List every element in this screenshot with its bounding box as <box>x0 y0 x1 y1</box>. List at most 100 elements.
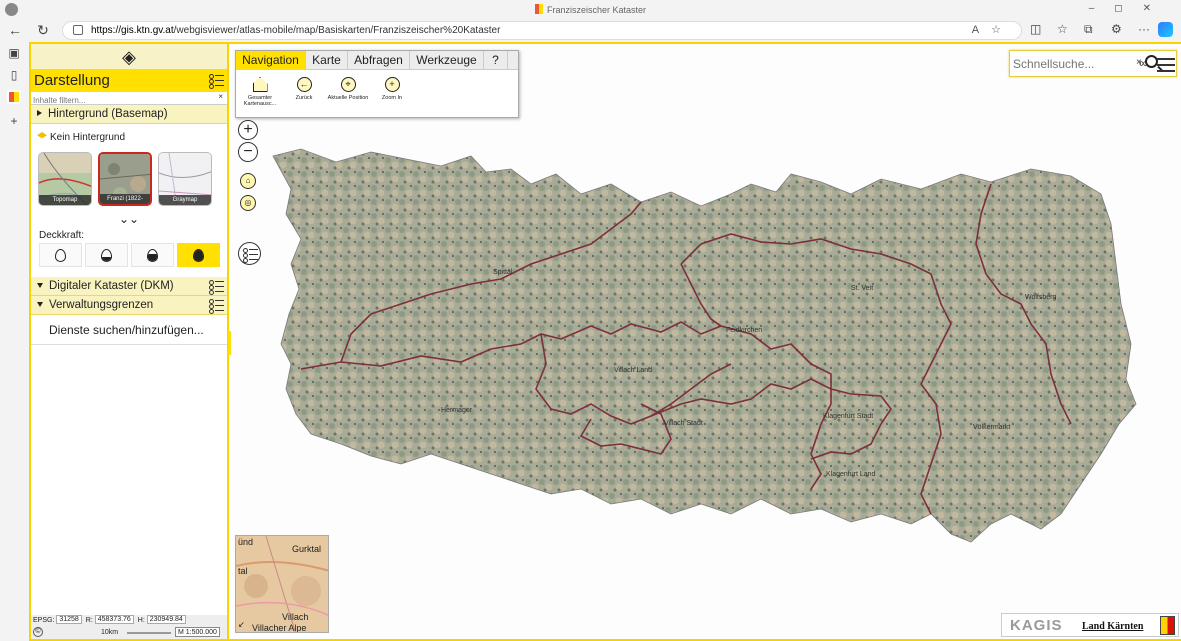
back-icon: ← <box>296 77 312 92</box>
kagis-favicon-icon <box>534 4 543 14</box>
zoom-in-button[interactable]: + <box>238 120 258 140</box>
ribbon-tabs: Navigation Karte Abfragen Werkzeuge ? <box>236 51 518 70</box>
dkm-options-icon[interactable] <box>209 279 224 295</box>
label-klagenfurt-land: Klagenfurt Land <box>826 471 876 478</box>
thumbnail-topomap[interactable]: Topomap <box>38 152 92 206</box>
label-wolfsberg: Wolfsberg <box>1025 294 1056 301</box>
group-dkm[interactable]: Digitaler Kataster (DKM) <box>31 277 227 296</box>
quick-search: × <box>1009 50 1177 77</box>
legend-button[interactable] <box>238 242 261 265</box>
overview-label-2: Gurktal <box>292 544 322 554</box>
opacity-option-1[interactable] <box>85 243 128 267</box>
carinthia-map: Spittal St. Veit Wolfsberg Feldkirchen V… <box>272 148 1137 543</box>
list-options-icon[interactable] <box>209 73 224 89</box>
document-tab-icon[interactable]: ▯ <box>7 68 21 82</box>
side-panel: ◈ Darstellung × Hintergrund (Basemap) Ke… <box>31 44 229 639</box>
full-extent-button[interactable]: Gesamter Kartenausc... <box>238 77 282 107</box>
scale-ratio[interactable]: M 1:500.000 <box>175 627 220 637</box>
locate-button[interactable]: ◎ <box>240 195 256 211</box>
home-extent-button[interactable]: ⌂ <box>240 173 256 189</box>
main-menu-icon[interactable] <box>1157 58 1175 72</box>
favorites-icon[interactable]: ☆ <box>1057 22 1068 36</box>
search-input[interactable] <box>1013 56 1133 72</box>
filter-clear-button[interactable]: × <box>218 92 223 101</box>
more-menu-icon[interactable]: ··· <box>1138 22 1150 36</box>
thumbnail-franzi[interactable]: Franzi (1822-1828) <box>98 152 152 206</box>
zoom-in-icon: + <box>384 77 400 92</box>
overview-label-1: ünd <box>238 537 254 547</box>
tab-navigation[interactable]: Navigation <box>236 51 306 70</box>
browser-toolbar: ← ↻ https://gis.ktn.gv.at/webgisviewer/a… <box>0 20 1181 42</box>
tab-actions-icon[interactable]: ▣ <box>7 46 21 60</box>
window-controls[interactable]: –◻✕ <box>1089 3 1171 14</box>
zoom-in-tool-button[interactable]: + Zoom In <box>370 77 414 101</box>
browser-title-bar: Franziszeischer Kataster –◻✕ <box>0 0 1181 20</box>
lock-icon <box>73 25 83 35</box>
new-tab-icon[interactable]: + <box>7 114 21 128</box>
overview-label-3: tal <box>238 566 248 576</box>
url-host: https://gis.ktn.gv.at <box>91 25 174 36</box>
r-value: 458373.76 <box>94 615 134 624</box>
layers-small-icon <box>37 132 47 139</box>
browser-tab-title: Franziszeischer Kataster <box>546 5 647 15</box>
reload-icon[interactable]: ↻ <box>34 22 52 39</box>
opacity-option-2[interactable] <box>131 243 174 267</box>
label-klagenfurt-stadt: Klagenfurt Stadt <box>823 413 873 420</box>
current-position-button[interactable]: ⌖ Aktuelle Position <box>326 77 370 101</box>
verwaltung-options-icon[interactable] <box>209 298 224 314</box>
copyright-icon[interactable]: © <box>33 627 43 637</box>
overview-label-4: Villach <box>282 612 309 622</box>
browser-vertical-tabs: ▣ ▯ + <box>0 42 29 641</box>
label-villach-stadt: Villach Stadt <box>664 420 703 427</box>
address-bar[interactable]: https://gis.ktn.gv.at/webgisviewer/atlas… <box>62 21 1022 40</box>
land-kaernten-link[interactable]: Land Kärnten <box>1082 621 1143 632</box>
group-verwaltungsgrenzen[interactable]: Verwaltungsgrenzen <box>31 296 227 315</box>
label-st-veit: St. Veit <box>851 285 873 292</box>
no-background-option[interactable]: Kein Hintergrund <box>31 128 227 148</box>
drop-two-thirds-icon <box>147 249 158 262</box>
more-basemaps-chevron-icon[interactable]: ⌄⌄ <box>31 212 227 226</box>
overview-map[interactable]: ünd Gurktal tal Villach Villacher Alpe ↙ <box>235 535 329 633</box>
basemap-thumbnails: Topomap Franzi (1822-1828) Graymap <box>31 152 227 208</box>
kagis-logo: KAGIS Land Kärnten <box>1001 613 1179 637</box>
thumbnail-graymap[interactable]: Graymap <box>158 152 212 206</box>
read-aloud-favorite-icons[interactable]: A☆ <box>972 23 1013 36</box>
epsg-value[interactable]: 31258 <box>56 615 82 624</box>
zoom-out-button[interactable]: − <box>238 142 258 162</box>
back-arrow-icon[interactable]: ← <box>6 22 24 38</box>
home-icon <box>252 77 268 92</box>
drop-third-icon <box>101 249 112 262</box>
tab-karte[interactable]: Karte <box>306 51 348 70</box>
collections-icon[interactable]: ⧉ <box>1084 22 1093 37</box>
map-view[interactable]: Spittal St. Veit Wolfsberg Feldkirchen V… <box>231 44 1181 639</box>
copilot-icon[interactable] <box>1158 22 1173 37</box>
extensions-icon[interactable]: ⚙ <box>1111 22 1122 36</box>
carinthia-region-shape <box>272 148 1137 543</box>
group-basemap[interactable]: Hintergrund (Basemap) <box>31 105 227 124</box>
tab-help[interactable]: ? <box>484 51 508 70</box>
drop-empty-icon <box>55 249 66 262</box>
drop-full-icon <box>193 249 204 262</box>
kagis-tab-icon[interactable] <box>7 90 21 104</box>
overview-label-5: Villacher Alpe <box>252 623 307 633</box>
back-button[interactable]: ← Zurück <box>282 77 326 101</box>
opacity-option-0[interactable] <box>39 243 82 267</box>
overview-expand-icon[interactable]: ↙ <box>238 620 245 629</box>
label-feldkirchen: Feldkirchen <box>726 327 762 334</box>
scale-distance: 10km <box>101 629 119 636</box>
label-voelkermarkt: Völkermarkt <box>973 424 1010 431</box>
tool-ribbon: Navigation Karte Abfragen Werkzeuge ? Ge… <box>235 50 519 118</box>
tab-abfragen[interactable]: Abfragen <box>348 51 410 70</box>
binoculars-icon[interactable]: ∞ <box>1139 56 1148 70</box>
split-screen-icon[interactable]: ◫ <box>1030 22 1041 36</box>
expand-triangle-icon <box>37 110 42 116</box>
layers-header[interactable]: ◈ <box>31 44 227 70</box>
label-hermagor: Hermagor <box>441 407 473 414</box>
opacity-selector <box>39 243 227 267</box>
scale-line <box>127 632 171 634</box>
locate-icon: ⌖ <box>340 77 356 92</box>
add-services-button[interactable]: Dienste suchen/hinzufügen... <box>31 315 227 345</box>
opacity-option-3[interactable] <box>177 243 220 267</box>
tab-werkzeuge[interactable]: Werkzeuge <box>410 51 484 70</box>
scale-bar: © 10km M 1:500.000 <box>31 626 227 639</box>
